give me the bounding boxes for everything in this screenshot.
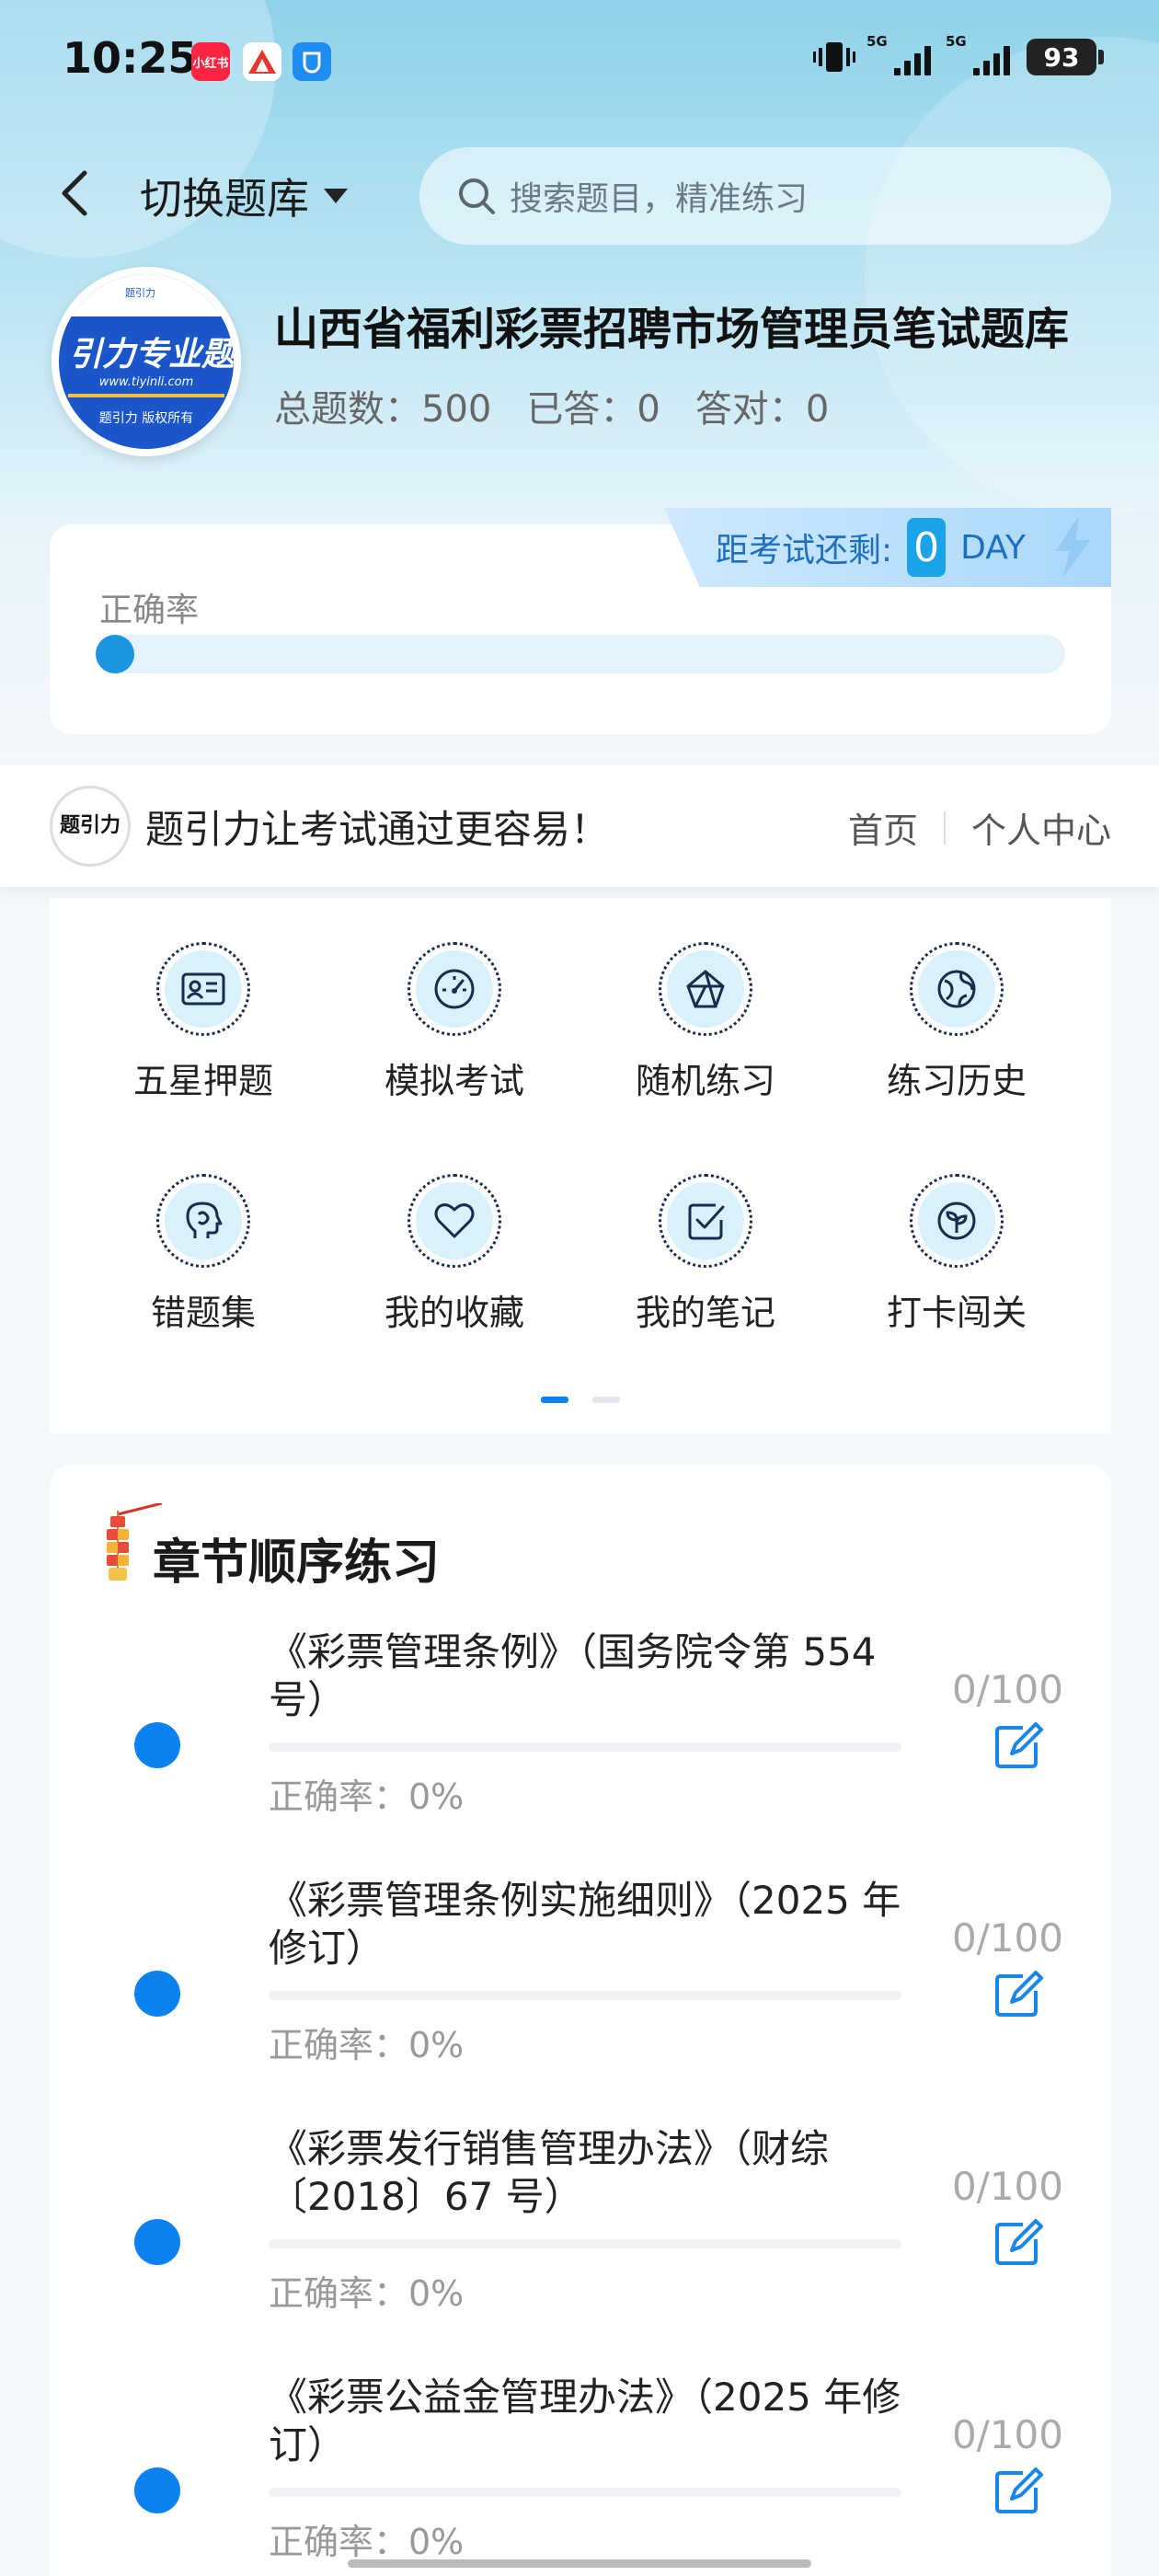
- chapter-item[interactable]: 《彩票管理条例》（国务院令第 554 号） 正确率：0% 0/100: [0, 1619, 1159, 1868]
- sprout-icon: [937, 1202, 976, 1240]
- network-icon: [686, 970, 725, 1008]
- chapter-accuracy: 正确率：0%: [269, 2273, 465, 2314]
- correct-count: 0: [805, 388, 830, 431]
- chapter-bullet: [134, 1971, 180, 2017]
- countdown-value: 0: [907, 518, 947, 577]
- total-count: 500: [421, 388, 492, 431]
- chapter-title: 《彩票公益金管理办法》（2025 年修订）: [269, 2375, 901, 2467]
- lightning-icon: [1055, 516, 1091, 579]
- grid-item-mock-exam[interactable]: 模拟考试: [344, 942, 565, 1126]
- search-input[interactable]: 搜索题目，精准练习: [419, 147, 1111, 245]
- status-bar: 10:25 小红书 5G 5G 93: [0, 0, 1159, 129]
- search-icon: [459, 178, 495, 214]
- gauge-icon: [434, 969, 475, 1009]
- globe-icon: [937, 970, 976, 1008]
- pager-dot-active[interactable]: [541, 1397, 568, 1403]
- chapter-progress-count: 0/100: [951, 2164, 1063, 2209]
- edit-icon[interactable]: [990, 1719, 1045, 1774]
- battery-indicator: 93: [1027, 39, 1104, 75]
- brand-nav: 首页 个人中心: [848, 802, 1111, 853]
- grid-item-notes[interactable]: 我的笔记: [595, 1174, 816, 1358]
- edit-icon[interactable]: [990, 1967, 1045, 2022]
- checklist-icon: [688, 1203, 725, 1240]
- countdown-label: 距考试还剩:: [716, 532, 893, 569]
- status-time: 10:25: [63, 33, 198, 83]
- grid-item-label: 随机练习: [635, 1061, 775, 1101]
- question-bank-logo: 题引力 引力专业题 www.tiyinli.com 题引力 版权所有: [52, 267, 241, 456]
- chapter-bullet: [134, 2467, 180, 2513]
- heart-icon: [434, 1203, 475, 1238]
- shield-app-icon: [293, 42, 331, 81]
- chapter-title: 《彩票管理条例实施细则》（2025 年修订）: [269, 1878, 901, 1971]
- chevron-left-icon: [62, 170, 87, 216]
- grid-item-history[interactable]: 练习历史: [846, 942, 1067, 1126]
- grid-item-label: 错题集: [150, 1293, 256, 1333]
- bank-stats: 总题数：500 已答：0 答对：0: [274, 388, 830, 431]
- chapter-heading: 章节顺序练习: [153, 1535, 441, 1591]
- home-indicator[interactable]: [348, 2559, 811, 2568]
- grid-item-check-in[interactable]: 打卡闯关: [846, 1174, 1067, 1358]
- nav-divider: [943, 811, 946, 845]
- nav-home-link[interactable]: 首页: [848, 802, 918, 853]
- chapter-bullet: [134, 2219, 180, 2265]
- grid-item-label: 模拟考试: [384, 1061, 524, 1101]
- countdown-unit: DAY: [960, 528, 1027, 567]
- signal-icon: 5G: [866, 33, 935, 75]
- grid-item-label: 练习历史: [886, 1061, 1027, 1101]
- id-card-icon: [181, 972, 225, 1006]
- brand-slogan: 题引力让考试通过更容易！: [145, 807, 610, 852]
- grid-item-label: 我的收藏: [384, 1293, 524, 1333]
- accuracy-progress-bar: [96, 635, 1065, 673]
- chapter-progress-count: 0/100: [951, 1667, 1063, 1712]
- chapter-accuracy: 正确率：0%: [269, 2025, 465, 2065]
- grid-item-random-practice[interactable]: 随机练习: [595, 942, 816, 1126]
- answered-count: 0: [637, 388, 660, 431]
- accuracy-progress-knob: [96, 635, 134, 673]
- chapter-accuracy: 正确率：0%: [269, 1777, 465, 1817]
- caret-down-icon: [324, 189, 348, 203]
- edit-icon[interactable]: [990, 2215, 1045, 2271]
- grid-item-label: 打卡闯关: [886, 1293, 1027, 1333]
- nav-profile-link[interactable]: 个人中心: [971, 802, 1111, 853]
- brand-logo: 题引力: [50, 786, 131, 867]
- signal-icon: 5G: [946, 33, 1014, 75]
- chapter-progress-count: 0/100: [951, 1915, 1063, 1961]
- head-icon: [186, 1202, 223, 1238]
- search-placeholder: 搜索题目，精准练习: [510, 180, 809, 218]
- pager-dot[interactable]: [592, 1397, 620, 1403]
- chapter-progress-bar: [269, 2239, 901, 2248]
- chapter-progress-bar: [269, 1991, 901, 2000]
- bank-title: 山西省福利彩票招聘市场管理员笔试题库: [274, 304, 1070, 355]
- chapter-item[interactable]: 《彩票管理条例实施细则》（2025 年修订） 正确率：0% 0/100: [0, 1868, 1159, 2116]
- vibrate-icon: [813, 42, 855, 72]
- grid-item-five-star[interactable]: 五星押题: [93, 942, 314, 1126]
- chapter-accuracy: 正确率：0%: [269, 2522, 465, 2562]
- chapter-progress-bar: [269, 1742, 901, 1752]
- chapter-bullet: [134, 1722, 180, 1768]
- chapter-item[interactable]: 《彩票发行销售管理办法》（财综〔2018〕67 号） 正确率：0% 0/100: [0, 2116, 1159, 2364]
- kaoyan-app-icon: [243, 42, 281, 81]
- accuracy-label: 正确率: [99, 592, 200, 629]
- back-button[interactable]: [48, 166, 103, 221]
- grid-item-wrong-questions[interactable]: 错题集: [93, 1174, 314, 1358]
- exam-countdown: 距考试还剩: 0 DAY: [664, 508, 1111, 587]
- grid-item-favorites[interactable]: 我的收藏: [344, 1174, 565, 1358]
- grid-item-label: 五星押题: [132, 1061, 273, 1101]
- chapter-progress-count: 0/100: [951, 2412, 1063, 2457]
- chapter-title: 《彩票发行销售管理办法》（财综〔2018〕67 号）: [269, 2126, 830, 2219]
- switch-bank-dropdown[interactable]: 切换题库: [140, 166, 350, 226]
- chapter-progress-bar: [269, 2488, 901, 2497]
- chapter-title: 《彩票管理条例》（国务院令第 554 号）: [269, 1629, 877, 1722]
- edit-icon[interactable]: [990, 2464, 1045, 2519]
- chapter-item[interactable]: 《彩票公益金管理办法》（2025 年修订） 正确率：0% 0/100: [0, 2364, 1159, 2576]
- grid-item-label: 我的笔记: [635, 1293, 775, 1333]
- switch-bank-label: 切换题库: [140, 174, 309, 224]
- xiaohongshu-icon: 小红书: [191, 42, 230, 81]
